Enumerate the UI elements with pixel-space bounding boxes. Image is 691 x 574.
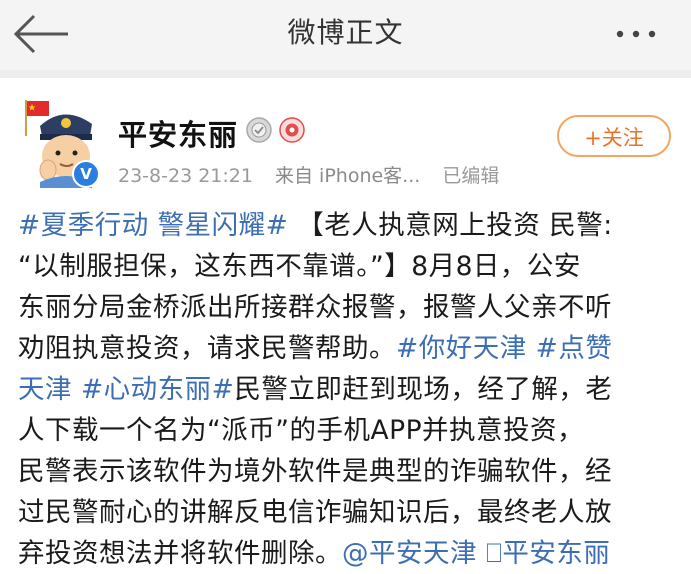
post-meta: 23-8-23 21:21 来自 iPhone客... 已编辑: [118, 161, 515, 188]
author-name[interactable]: 平安东丽: [118, 112, 238, 154]
edited-label[interactable]: 已编辑: [442, 165, 499, 187]
post-text: 人下载一个名为“派币”的手机APP并执意投资，: [18, 415, 585, 446]
more-dots-icon[interactable]: [606, 22, 666, 46]
post-text: 民警表示该软件为境外软件是典型的诈骗软件，经: [18, 456, 612, 487]
post-text: 劝阻执意投资，请求民警帮助。: [18, 333, 396, 364]
hashtag-link[interactable]: #点赞: [536, 333, 613, 364]
post-source[interactable]: 来自 iPhone客...: [275, 165, 420, 187]
post-text: 弃投资想法并将软件删除。: [18, 538, 342, 569]
post-text: 东丽分局金桥派出所接群众报警，报警人父亲不听: [18, 292, 612, 323]
post-time: 23-8-23 21:21: [118, 165, 253, 187]
mention-link[interactable]: ⎕平安东丽: [486, 538, 610, 569]
mention-link[interactable]: @平安天津: [342, 538, 477, 569]
verified-badge-icon: V: [72, 160, 100, 188]
badge-icon[interactable]: [278, 116, 306, 144]
medal-icon[interactable]: [245, 116, 273, 144]
hashtag-link[interactable]: #你好天津: [396, 333, 527, 364]
page-title: 微博正文: [287, 16, 404, 49]
post-content: #夏季行动 警星闪耀# 【老人执意网上投资 民警: “以制服担保，这东西不靠谱。…: [18, 205, 680, 574]
post-text: “以制服担保，这东西不靠谱。”】8月8日，公安: [18, 251, 581, 282]
hashtag-link[interactable]: 天津: [18, 374, 72, 405]
top-nav-bar: 微博正文: [0, 0, 691, 70]
post-text: 过民警耐心的讲解反电信诈骗知识后，最终老人放: [18, 497, 612, 528]
hashtag-link[interactable]: #夏季行动 警星闪耀#: [18, 210, 288, 241]
hashtag-link[interactable]: #心动东丽#: [81, 374, 234, 405]
section-divider: [0, 70, 691, 78]
post-text: 民警立即赶到现场，经了解，老: [234, 374, 613, 405]
follow-button[interactable]: +关注: [557, 115, 671, 157]
post-text: 【老人执意网上投资 民警:: [297, 210, 613, 241]
